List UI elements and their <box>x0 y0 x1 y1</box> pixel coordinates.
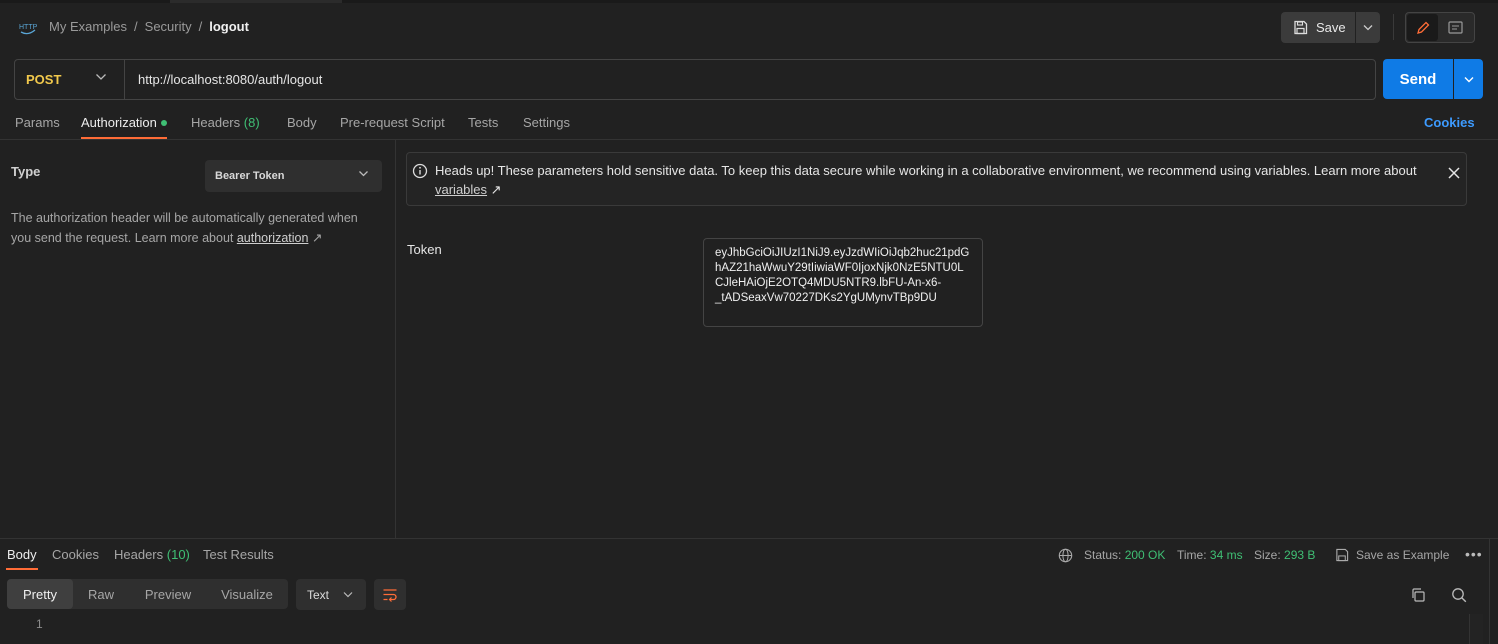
wrap-lines-button[interactable] <box>374 579 406 610</box>
response-tab-headers-count: (10) <box>166 547 190 562</box>
edit-mode-button[interactable] <box>1407 14 1438 41</box>
tab-authorization[interactable]: Authorization <box>81 115 157 131</box>
save-label: Save <box>1316 20 1346 35</box>
http-method-value: POST <box>26 72 62 87</box>
chevron-down-icon <box>1363 25 1373 31</box>
response-format-value: Text <box>307 587 330 602</box>
pane-divider[interactable] <box>395 140 396 538</box>
tab-headers[interactable]: Headers (8) <box>191 115 260 131</box>
breadcrumb-collection[interactable]: My Examples <box>49 19 127 35</box>
auth-type-select[interactable]: Bearer Token <box>205 160 382 192</box>
size-label: Size: <box>1254 548 1281 562</box>
right-panel-border <box>1489 538 1490 644</box>
chevron-down-icon <box>1464 76 1473 82</box>
pencil-icon <box>1416 21 1429 34</box>
size-value: 293 B <box>1284 548 1316 562</box>
toolbar-divider <box>1393 14 1394 40</box>
breadcrumb-folder[interactable]: Security <box>145 19 192 35</box>
auth-description: The authorization header will be automat… <box>11 208 381 248</box>
breadcrumb-separator: / <box>134 19 138 34</box>
globe-icon[interactable] <box>1058 548 1073 563</box>
http-method-select[interactable]: POST <box>15 60 124 99</box>
window-top-strip <box>0 0 1498 3</box>
save-icon <box>1336 548 1349 562</box>
notice-text: Heads up! These parameters hold sensitiv… <box>435 161 1425 199</box>
chevron-down-icon <box>96 74 106 80</box>
comments-button[interactable] <box>1440 14 1471 41</box>
size-info[interactable]: Size: 293 B <box>1254 547 1315 563</box>
save-as-example-button[interactable]: Save as Example <box>1356 547 1449 563</box>
tab-tests[interactable]: Tests <box>468 115 498 131</box>
more-options-icon[interactable]: ••• <box>1465 546 1483 562</box>
editor-scrollbar[interactable] <box>1469 614 1483 644</box>
search-icon[interactable] <box>1451 587 1467 603</box>
close-icon[interactable] <box>1446 165 1462 181</box>
token-label: Token <box>407 242 442 257</box>
view-visualize-button[interactable]: Visualize <box>208 579 286 609</box>
response-divider[interactable] <box>0 538 1498 539</box>
time-value: 34 ms <box>1209 548 1243 562</box>
view-raw-button[interactable]: Raw <box>76 579 126 609</box>
copy-icon[interactable] <box>1410 587 1426 603</box>
save-icon <box>1294 20 1308 35</box>
status-value: 200 OK <box>1124 548 1166 562</box>
auth-type-label: Type <box>11 164 41 179</box>
tab-headers-label: Headers <box>191 115 241 130</box>
view-pretty-button[interactable]: Pretty <box>7 579 73 609</box>
tab-headers-count: (8) <box>243 115 260 130</box>
external-link-icon: ↗ <box>490 182 502 197</box>
tab-settings[interactable]: Settings <box>523 115 570 131</box>
modified-indicator <box>161 120 167 126</box>
url-input[interactable] <box>128 60 1368 99</box>
breadcrumb-separator: / <box>198 19 203 34</box>
http-request-icon: HTTP <box>18 18 38 36</box>
response-tab-headers-label: Headers <box>114 547 164 562</box>
response-tab-headers[interactable]: Headers (10) <box>114 547 190 563</box>
line-number: 1 <box>36 617 43 631</box>
tab-body[interactable]: Body <box>287 115 317 131</box>
authorization-docs-link[interactable]: authorization <box>237 231 309 245</box>
save-options-dropdown[interactable] <box>1356 12 1380 43</box>
tabs-divider <box>0 139 1498 140</box>
external-link-icon: ↗ <box>311 231 323 245</box>
send-button[interactable]: Send <box>1383 59 1453 99</box>
info-icon <box>412 163 428 179</box>
tab-params[interactable]: Params <box>15 115 60 131</box>
chevron-down-icon <box>343 592 353 598</box>
time-label: Time: <box>1177 548 1207 562</box>
token-input[interactable]: eyJhbGciOiJIUzI1NiJ9.eyJzdWIiOiJqb2huc21… <box>703 238 983 327</box>
comment-icon <box>1448 20 1463 34</box>
notice-message: Heads up! These parameters hold sensitiv… <box>435 163 1417 178</box>
url-bar-divider <box>124 60 125 99</box>
chevron-down-icon <box>359 171 368 177</box>
variables-docs-link[interactable]: variables <box>435 182 487 197</box>
status-label: Status: <box>1084 548 1122 562</box>
breadcrumb: My Examples / Security / logout <box>49 19 249 35</box>
wrap-lines-icon <box>383 588 397 602</box>
status-info[interactable]: Status: 200 OK <box>1084 547 1165 563</box>
save-button[interactable]: Save <box>1281 12 1355 43</box>
breadcrumb-current-request[interactable]: logout <box>209 19 249 35</box>
response-tab-cookies[interactable]: Cookies <box>52 547 99 563</box>
view-preview-button[interactable]: Preview <box>130 579 206 609</box>
response-format-select[interactable]: Text <box>296 579 366 610</box>
response-tab-body[interactable]: Body <box>7 547 37 563</box>
active-response-tab-indicator <box>6 568 38 570</box>
time-info[interactable]: Time: 34 ms <box>1177 547 1243 563</box>
tab-pre-request-script[interactable]: Pre-request Script <box>340 115 445 131</box>
send-options-dropdown[interactable] <box>1454 59 1483 99</box>
cookies-link[interactable]: Cookies <box>1424 115 1475 131</box>
response-tab-test-results[interactable]: Test Results <box>203 547 274 563</box>
auth-type-value: Bearer Token <box>215 170 285 182</box>
